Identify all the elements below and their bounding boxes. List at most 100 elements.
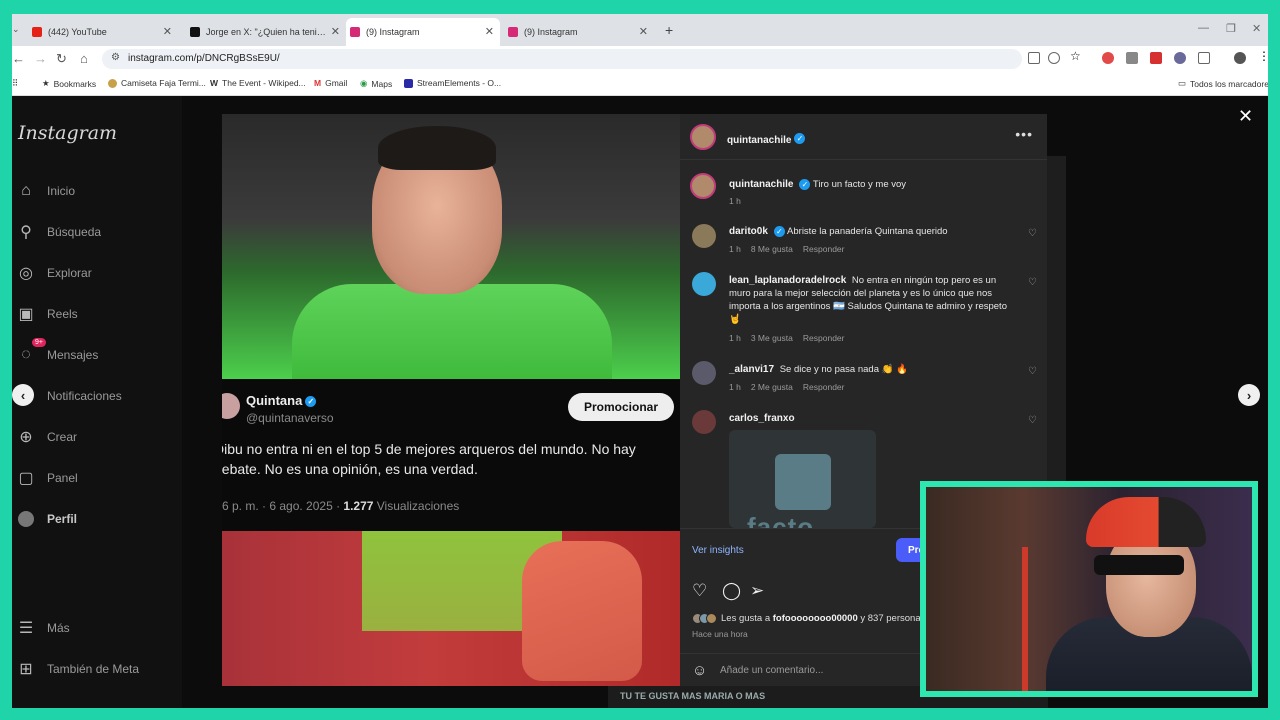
share-send-icon[interactable]: ➢ <box>750 581 764 601</box>
new-tab-plus-icon[interactable]: + <box>665 22 673 38</box>
previous-post-arrow-icon[interactable]: ‹ <box>12 384 34 406</box>
browser-tab-x[interactable]: Jorge en X: "¿Quien ha tenido m ✕ <box>186 18 346 46</box>
post-header: quintanachile ✓ ••• <box>680 114 1047 160</box>
bookmark-item[interactable]: M Gmail <box>314 78 347 88</box>
tweet-text: Dibu no entra ni en el top 5 de mejores … <box>222 441 636 477</box>
tab-close-icon[interactable]: ✕ <box>485 25 494 38</box>
extension-red-icon[interactable] <box>1102 52 1114 64</box>
zoom-icon[interactable] <box>1048 52 1060 64</box>
comment-image-facto[interactable]: facto <box>729 430 876 528</box>
back-arrow-icon[interactable]: ← <box>12 51 25 66</box>
site-icon <box>108 78 117 88</box>
view-insights-link[interactable]: Ver insights <box>692 545 744 556</box>
profile-avatar-icon[interactable] <box>1234 52 1246 64</box>
bookmark-item[interactable]: W The Event - Wikiped... <box>210 78 306 88</box>
comment-like-heart-icon[interactable]: ♡ <box>1028 277 1037 288</box>
site-info-icon[interactable]: ⚙ <box>111 52 120 63</box>
tab-search-icon[interactable]: ⌄ <box>12 24 20 35</box>
emoji-smile-icon[interactable]: ☺ <box>692 662 707 679</box>
panel-icon: ▢ <box>18 470 34 487</box>
sidebar-item-perfil[interactable]: Perfil <box>17 510 77 528</box>
comment-avatar[interactable] <box>692 410 716 434</box>
tab-title: (442) YouTube <box>48 27 107 37</box>
tweet-author-name: Quintana ✓ <box>246 393 317 408</box>
sidebar-item-panel[interactable]: ▢ Panel <box>17 469 77 487</box>
comment-bubble-icon[interactable]: ◯ <box>722 581 741 601</box>
author-name-row[interactable]: quintanachile ✓ <box>727 130 806 148</box>
extension-flag-icon[interactable] <box>1150 52 1162 64</box>
tab-close-icon[interactable]: ✕ <box>639 25 648 38</box>
bookmark-item[interactable]: Camiseta Faja Termi... <box>108 78 206 88</box>
streamelements-icon <box>404 78 413 88</box>
comment-meta: 1 h2 Me gusta Responder <box>729 382 845 392</box>
forward-arrow-icon[interactable]: → <box>34 51 47 66</box>
sidebar-item-explorar[interactable]: ◎ Explorar <box>17 264 92 282</box>
x-favicon-icon <box>190 27 200 37</box>
sidebar-item-inicio[interactable]: ⌂ Inicio <box>17 182 75 200</box>
browser-toolbar: ← → ↻ ⌂ ⚙ instagram.com/p/DNCRgBSsE9U/ ☆… <box>12 46 1268 72</box>
window-close-icon[interactable]: ✕ <box>1252 22 1261 35</box>
bookmarks-folder[interactable]: ▭ Todos los marcadores <box>1178 78 1268 89</box>
extension-gray-icon[interactable] <box>1126 52 1138 64</box>
next-post-arrow-icon[interactable]: › <box>1238 384 1260 406</box>
extensions-puzzle-icon[interactable] <box>1198 52 1210 64</box>
tab-close-icon[interactable]: ✕ <box>163 25 172 38</box>
instagram-logo[interactable]: Instagram <box>18 122 117 144</box>
home-icon[interactable]: ⌂ <box>80 51 88 66</box>
comment-like-heart-icon[interactable]: ♡ <box>1028 415 1037 426</box>
likes-summary[interactable]: Les gusta a fofoooooooo00000 y 837 perso… <box>692 613 946 624</box>
instagram-favicon-icon <box>508 27 518 37</box>
browser-tab-instagram[interactable]: (9) Instagram ✕ <box>504 18 654 46</box>
comment-avatar[interactable] <box>692 361 716 385</box>
gmail-icon: M <box>314 78 322 88</box>
hamburger-menu-icon: ☰ <box>18 620 34 637</box>
restore-icon[interactable]: ❐ <box>1226 22 1236 35</box>
bookmark-star-icon[interactable]: ☆ <box>1070 49 1082 63</box>
search-icon: ⚲ <box>20 224 32 241</box>
home-icon: ⌂ <box>21 182 31 199</box>
tweet-avatar <box>222 393 240 419</box>
extension-circle-icon[interactable] <box>1174 52 1186 64</box>
install-app-icon[interactable] <box>1028 52 1040 64</box>
player-hair <box>378 126 496 170</box>
tab-close-icon[interactable]: ✕ <box>331 25 340 38</box>
bookmarks-bar: ⠿ ★ Bookmarks Camiseta Faja Termi... W The… <box>12 72 1268 96</box>
meta-grid-icon: ⊞ <box>19 661 33 678</box>
add-comment-input[interactable]: Añade un comentario... <box>720 665 823 676</box>
minimize-icon[interactable]: — <box>1198 22 1209 34</box>
goalkeeper-photo <box>222 114 680 384</box>
sidebar-item-crear[interactable]: ⊕ Crear <box>17 428 77 446</box>
streamer-sunglasses <box>1094 555 1184 575</box>
bookmark-item[interactable]: ◉ Maps <box>360 78 392 89</box>
reload-icon[interactable]: ↻ <box>56 51 67 67</box>
kebab-menu-icon[interactable]: ⋮ <box>1258 49 1268 63</box>
tab-bar: ⌄ (442) YouTube ✕ Jorge en X: "¿Quien ha… <box>12 14 1268 46</box>
sidebar-item-busqueda[interactable]: ⚲ Búsqueda <box>17 223 101 241</box>
browser-tab-instagram-active[interactable]: (9) Instagram ✕ <box>346 18 500 46</box>
more-options-icon[interactable]: ••• <box>1015 126 1033 142</box>
streamer-cap <box>1086 497 1206 547</box>
liker-avatar <box>706 613 717 624</box>
messenger-icon: ◌ <box>21 346 31 363</box>
caption-avatar[interactable] <box>690 173 716 199</box>
comment-avatar[interactable] <box>692 224 716 248</box>
tab-title: Jorge en X: "¿Quien ha tenido m <box>206 27 326 37</box>
author-avatar[interactable] <box>690 124 716 150</box>
tweet-promote-button: Promocionar <box>568 393 674 421</box>
sidebar-item-mensajes[interactable]: ◌ 9+ Mensajes <box>17 338 98 364</box>
sidebar-item-tambien-de-meta[interactable]: ⊞ También de Meta <box>17 660 139 678</box>
verified-icon: ✓ <box>305 396 317 408</box>
comment-avatar[interactable] <box>692 272 716 296</box>
comment-like-heart-icon[interactable]: ♡ <box>1028 366 1037 377</box>
comment-like-heart-icon[interactable]: ♡ <box>1028 228 1037 239</box>
like-heart-icon[interactable]: ♡ <box>692 581 707 601</box>
bookmark-item[interactable]: StreamElements - O... <box>404 78 501 88</box>
sidebar-item-reels[interactable]: ▣ Reels <box>17 305 77 323</box>
close-post-icon[interactable]: ✕ <box>1238 106 1253 127</box>
apps-grid-icon[interactable]: ⠿ <box>12 78 18 89</box>
posted-time: Hace una hora <box>692 629 748 639</box>
address-bar[interactable]: ⚙ instagram.com/p/DNCRgBSsE9U/ <box>102 49 1022 69</box>
browser-tab-youtube[interactable]: (442) YouTube ✕ <box>28 18 178 46</box>
sidebar-item-mas[interactable]: ☰ Más <box>17 619 70 637</box>
bookmark-item[interactable]: ★ Bookmarks <box>42 78 96 89</box>
